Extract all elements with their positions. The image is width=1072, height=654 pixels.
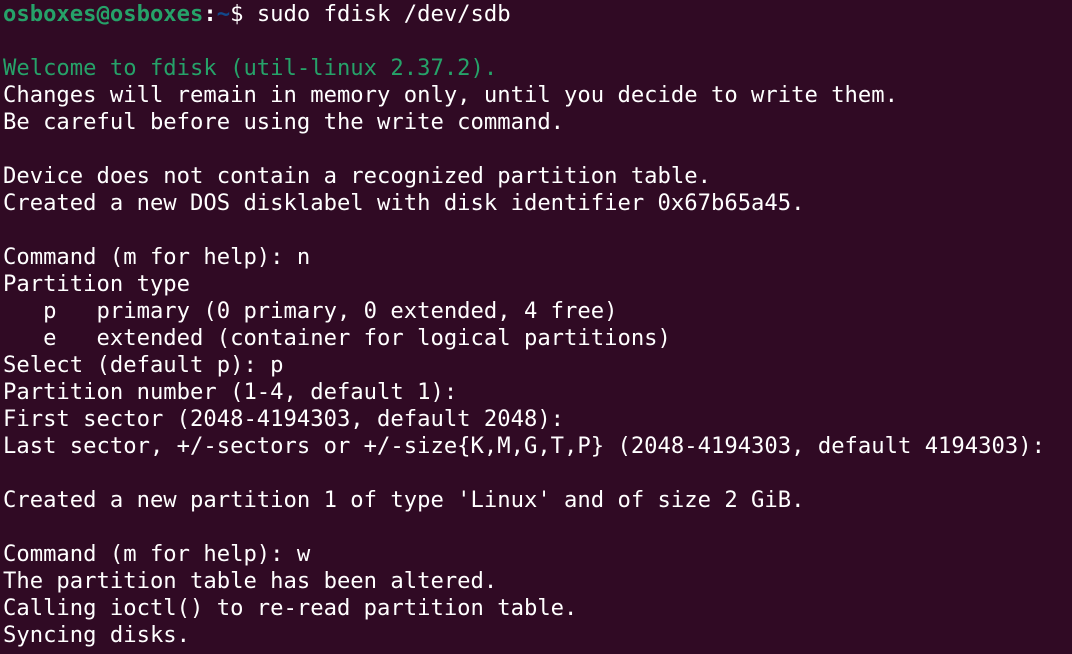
output-line-table-altered: The partition table has been altered.: [3, 568, 498, 594]
output-line-ioctl-reread: Calling ioctl() to re-read partition tab…: [3, 595, 578, 621]
output-line-blank: [3, 217, 1072, 244]
output-line-welcome: Welcome to fdisk (util-linux 2.37.2).: [3, 55, 498, 81]
prompt-command: sudo fdisk /dev/sdb: [256, 1, 511, 27]
prompt-user-host: osboxes@osboxes: [3, 1, 204, 27]
output-line-last-sector: Last sector, +/-sectors or +/-size{K,M,G…: [3, 433, 1045, 459]
output-line-command-n: Command (m for help): n: [3, 244, 311, 270]
output-line-option-extended: e extended (container for logical partit…: [3, 325, 671, 351]
output-line-select-default: Select (default p): p: [3, 352, 284, 378]
output-line-changes-notice: Changes will remain in memory only, unti…: [3, 82, 898, 108]
output-line-syncing-disks: Syncing disks.: [3, 622, 191, 648]
prompt-separator: :: [203, 1, 217, 27]
output-line-blank: [3, 28, 1072, 55]
output-line-partition-number: Partition number (1-4, default 1):: [3, 379, 458, 405]
prompt-symbol: $: [230, 1, 257, 27]
output-line-disklabel-created: Created a new DOS disklabel with disk id…: [3, 190, 805, 216]
output-line-blank: [3, 136, 1072, 163]
terminal-window[interactable]: osboxes@osboxes:~$ sudo fdisk /dev/sdb W…: [0, 0, 1072, 654]
output-line-no-partition-table: Device does not contain a recognized par…: [3, 163, 711, 189]
output-line-partition-type: Partition type: [3, 271, 191, 297]
output-line-partition-created: Created a new partition 1 of type 'Linux…: [3, 487, 805, 513]
output-line-option-primary: p primary (0 primary, 0 extended, 4 free…: [3, 298, 618, 324]
output-line-first-sector: First sector (2048-4194303, default 2048…: [3, 406, 565, 432]
output-line-blank: [3, 460, 1072, 487]
output-line-blank: [3, 514, 1072, 541]
prompt-path: ~: [216, 1, 231, 27]
output-line-command-w: Command (m for help): w: [3, 541, 311, 567]
prompt-line: osboxes@osboxes:~$ sudo fdisk /dev/sdb: [3, 1, 1072, 28]
output-line-careful-notice: Be careful before using the write comman…: [3, 109, 565, 135]
